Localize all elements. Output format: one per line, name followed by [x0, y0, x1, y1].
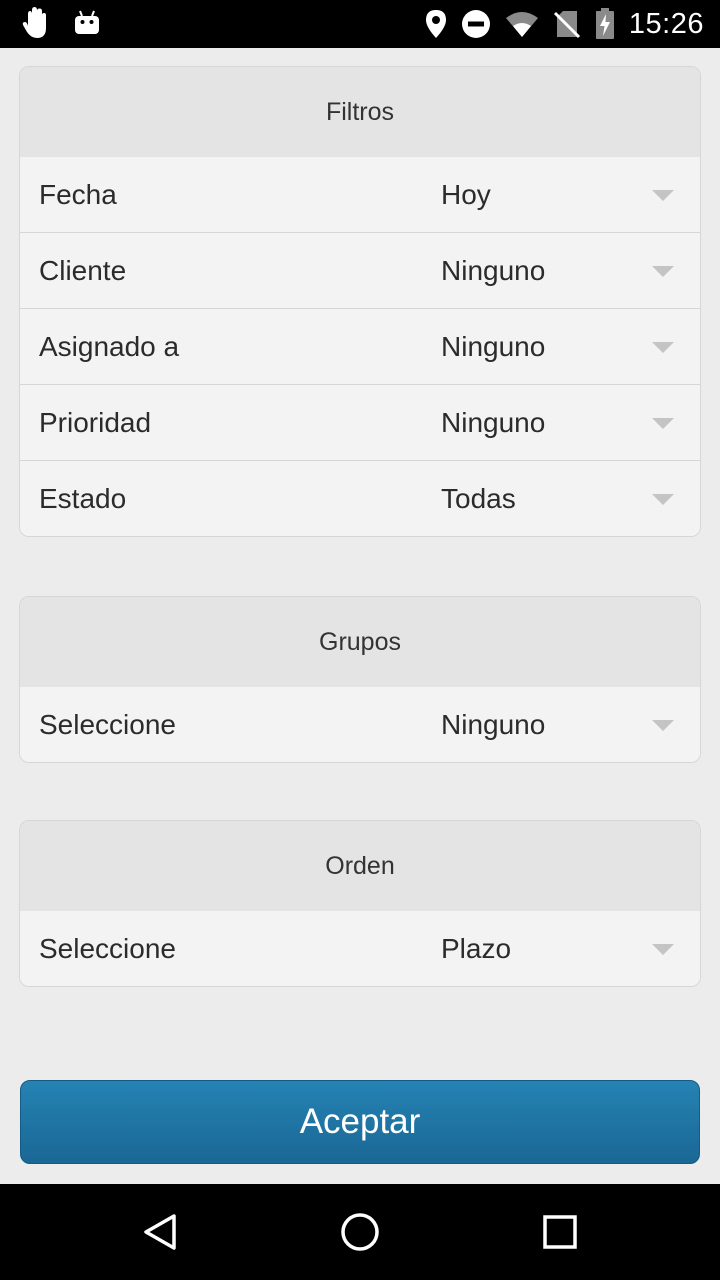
row-label: Seleccione	[39, 708, 176, 740]
dropdown-arrow-icon	[652, 719, 674, 731]
row-label: Fecha	[39, 178, 117, 210]
home-button[interactable]	[312, 1184, 408, 1280]
battery-charging-icon	[595, 8, 614, 39]
dropdown-arrow-icon	[652, 417, 674, 429]
hand-icon	[22, 7, 46, 38]
dropdown-arrow-icon	[652, 265, 674, 277]
filter-row-asignado[interactable]: Asignado a Ninguno	[20, 308, 700, 384]
home-icon	[341, 1213, 379, 1251]
location-icon	[425, 10, 446, 38]
row-label: Asignado a	[39, 330, 180, 362]
accept-button[interactable]: Aceptar	[20, 1080, 700, 1164]
do-not-disturb-icon	[461, 10, 490, 38]
group-row-select[interactable]: Seleccione Ninguno	[20, 687, 700, 762]
row-value: Ninguno	[441, 254, 546, 286]
status-time: 15:26	[628, 7, 704, 40]
filters-title: Filtros	[20, 67, 700, 157]
wifi-icon	[505, 12, 538, 37]
row-value: Ninguno	[441, 708, 546, 740]
back-icon	[144, 1214, 176, 1250]
dropdown-arrow-icon	[652, 189, 674, 201]
dropdown-arrow-icon	[652, 341, 674, 353]
filters-panel: Filtros Fecha Hoy Cliente Ninguno Asigna…	[19, 66, 701, 537]
row-value: Hoy	[441, 178, 491, 210]
recents-button[interactable]	[512, 1184, 608, 1280]
row-value: Plazo	[441, 932, 512, 964]
order-title: Orden	[20, 821, 700, 911]
row-label: Seleccione	[39, 932, 176, 964]
row-label: Cliente	[39, 254, 127, 286]
order-row-select[interactable]: Seleccione Plazo	[20, 911, 700, 986]
dropdown-arrow-icon	[652, 943, 674, 955]
row-label: Prioridad	[39, 406, 152, 438]
back-button[interactable]	[112, 1184, 208, 1280]
row-label: Estado	[39, 482, 127, 514]
filter-row-fecha[interactable]: Fecha Hoy	[20, 157, 700, 232]
groups-title: Grupos	[20, 597, 700, 687]
filter-row-estado[interactable]: Estado Todas	[20, 460, 700, 536]
navigation-bar	[0, 1184, 720, 1280]
status-bar: 15:26	[0, 0, 720, 48]
groups-panel: Grupos Seleccione Ninguno	[19, 596, 701, 763]
android-icon	[75, 10, 99, 34]
row-value: Ninguno	[441, 406, 546, 438]
filter-row-cliente[interactable]: Cliente Ninguno	[20, 232, 700, 308]
row-value: Todas	[441, 482, 516, 514]
order-panel: Orden Seleccione Plazo	[19, 820, 701, 987]
dropdown-arrow-icon	[652, 493, 674, 505]
no-sim-icon	[553, 11, 580, 39]
filter-row-prioridad[interactable]: Prioridad Ninguno	[20, 384, 700, 460]
row-value: Ninguno	[441, 330, 546, 362]
recents-icon	[543, 1215, 577, 1249]
